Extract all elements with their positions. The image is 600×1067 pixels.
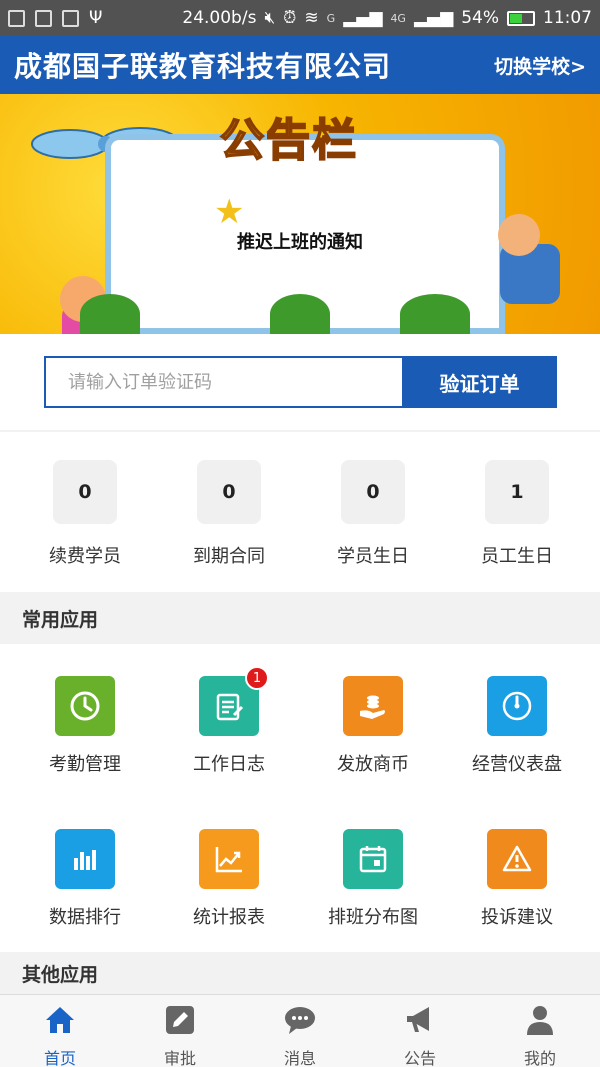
app-label: 排班分布图	[328, 907, 418, 928]
app-label: 经营仪表盘	[472, 754, 562, 775]
section-title-common: 常用应用	[0, 592, 600, 644]
nav-label: 首页	[43, 1049, 76, 1067]
bottom-nav: 首页 审批 消息 公告 我的	[0, 994, 600, 1067]
trash-icon	[8, 9, 25, 27]
app-label: 发放商币	[337, 754, 409, 775]
clock-icon	[55, 676, 115, 736]
stat-renewal-students[interactable]: 0 续费学员	[10, 460, 160, 568]
app-statistics-report[interactable]: 统计报表	[154, 829, 304, 929]
notepad-icon: 1	[199, 666, 269, 736]
nav-home[interactable]: 首页	[0, 995, 120, 1067]
battery-percent: 54%	[461, 8, 499, 28]
app-label: 考勤管理	[49, 754, 121, 775]
stat-staff-birthdays[interactable]: 1 员工生日	[442, 460, 592, 568]
stat-label: 续费学员	[49, 546, 121, 567]
app-label: 数据排行	[49, 907, 121, 928]
image-icon	[35, 9, 52, 27]
edit-icon	[166, 1006, 194, 1034]
nav-announcements[interactable]: 公告	[360, 995, 480, 1067]
stat-value: 1	[485, 460, 549, 524]
chat-icon	[285, 1007, 315, 1034]
bush-illustration	[270, 294, 330, 334]
clock-time: 11:07	[543, 8, 592, 28]
network-type-g: G	[326, 11, 336, 25]
stat-student-birthdays[interactable]: 0 学员生日	[298, 460, 448, 568]
switch-school-button[interactable]: 切换学校>	[494, 52, 586, 79]
signal-icon: ▂▄▆	[343, 8, 383, 28]
signal-icon: ▂▄▆	[413, 8, 454, 28]
alarm-icon: ⏰︎	[283, 8, 297, 28]
star-icon: ★	[214, 192, 245, 232]
nav-approval[interactable]: 审批	[120, 995, 240, 1067]
user-icon	[527, 1006, 553, 1035]
stat-expiring-contracts[interactable]: 0 到期合同	[154, 460, 304, 568]
calendar-icon	[343, 829, 403, 889]
banner-title: 公告栏	[219, 114, 358, 167]
verify-order-panel: 验证订单	[0, 334, 600, 430]
gauge-icon	[487, 676, 547, 736]
battery-icon	[507, 10, 535, 26]
app-data-ranking[interactable]: 数据排行	[10, 829, 160, 929]
verify-order-button[interactable]: 验证订单	[402, 356, 557, 408]
mute-icon: 🔇︎	[264, 8, 276, 28]
nav-label: 公告	[403, 1049, 436, 1067]
announcement-banner[interactable]: 公告栏 ★ 推迟上班的通知	[0, 94, 600, 334]
bush-illustration	[80, 294, 140, 334]
stat-value: 0	[197, 460, 261, 524]
trend-chart-icon	[199, 829, 259, 889]
plus-box-icon	[62, 9, 79, 27]
home-icon	[46, 1007, 74, 1033]
stat-label: 到期合同	[193, 546, 265, 567]
order-code-input[interactable]	[44, 356, 402, 408]
warning-icon	[487, 829, 547, 889]
stat-label: 员工生日	[481, 546, 553, 567]
bar-chart-icon	[55, 829, 115, 889]
boy-head-illustration	[498, 214, 540, 256]
megaphone-icon	[407, 1007, 429, 1032]
section-title-other: 其他应用	[0, 952, 600, 994]
app-issue-coins[interactable]: 发放商币	[298, 676, 448, 776]
stat-value: 0	[341, 460, 405, 524]
app-work-log[interactable]: 1 工作日志	[154, 666, 304, 776]
nav-messages[interactable]: 消息	[240, 995, 360, 1067]
app-label: 工作日志	[193, 754, 265, 775]
network-speed: 24.00b/s	[182, 8, 257, 28]
nav-label: 我的	[523, 1049, 556, 1067]
app-label: 投诉建议	[481, 907, 553, 928]
app-label: 统计报表	[193, 907, 265, 928]
coins-hand-icon	[343, 676, 403, 736]
app-complaints[interactable]: 投诉建议	[442, 829, 592, 929]
app-dashboard[interactable]: 经营仪表盘	[442, 676, 592, 776]
stat-label: 学员生日	[337, 546, 409, 567]
company-name: 成都国子联教育科技有限公司	[14, 50, 392, 83]
app-schedule-distribution[interactable]: 排班分布图	[298, 829, 448, 929]
nav-label: 审批	[163, 1049, 196, 1067]
stat-value: 0	[53, 460, 117, 524]
bush-illustration	[400, 294, 470, 334]
app-attendance[interactable]: 考勤管理	[10, 676, 160, 776]
nav-label: 消息	[283, 1049, 316, 1067]
wifi-icon: ≋	[304, 8, 319, 28]
notification-badge: 1	[245, 666, 269, 690]
app-grid: 考勤管理 1 工作日志 发放商币 经营仪表盘 数据排行 统计报表 排班分布图 投…	[0, 644, 600, 952]
nav-profile[interactable]: 我的	[480, 995, 600, 1067]
stats-panel: 0 续费学员 0 到期合同 0 学员生日 1 员工生日	[0, 432, 600, 592]
usb-icon: Ψ	[89, 8, 103, 28]
status-bar: Ψ 24.00b/s 🔇︎ ⏰︎ ≋ G ▂▄▆ 4G ▂▄▆ 54% 11:0…	[0, 0, 600, 36]
network-type-4g: 4G	[390, 11, 406, 25]
app-header: 成都国子联教育科技有限公司 切换学校>	[0, 36, 600, 94]
